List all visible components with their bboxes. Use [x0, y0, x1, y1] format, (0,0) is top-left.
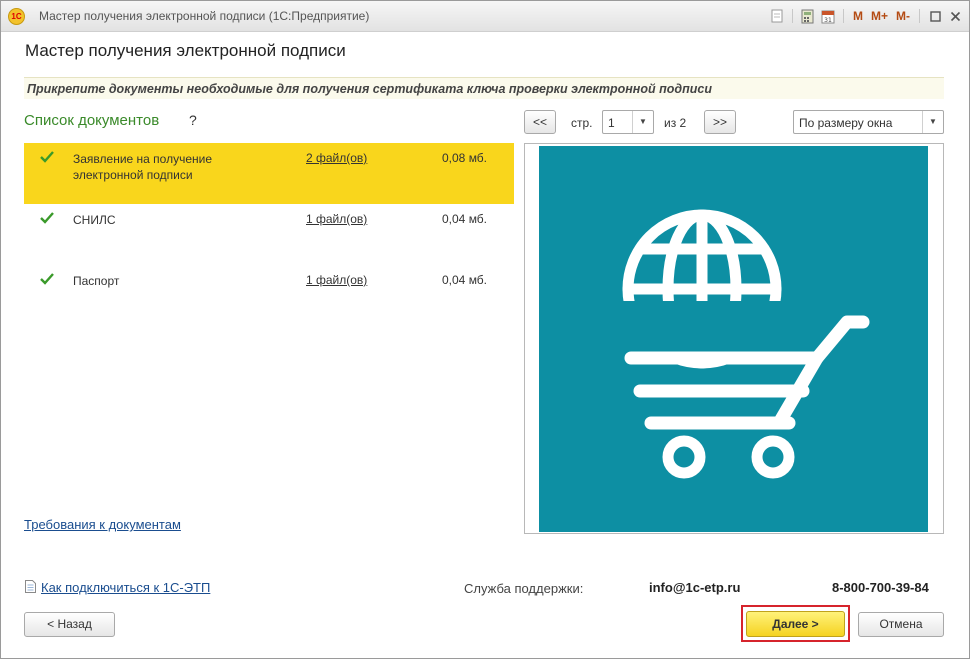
document-files-link[interactable]: 1 файл(ов): [306, 212, 367, 226]
document-name: СНИЛС: [73, 213, 116, 227]
instruction-text: Прикрепите документы необходимые для пол…: [27, 82, 712, 96]
close-icon[interactable]: [947, 8, 963, 24]
app-logo-icon[interactable]: 1С: [8, 8, 25, 25]
document-icon: [25, 580, 36, 593]
document-name: Заявление на получение электронной подпи…: [73, 152, 213, 182]
support-phone: 8-800-700-39-84: [832, 580, 929, 595]
chevron-down-icon[interactable]: ▼: [632, 111, 653, 133]
page-select-value: 1: [608, 116, 615, 130]
window-title: Мастер получения электронной подписи (1С…: [39, 9, 370, 23]
toolbar-separator: [919, 9, 920, 23]
svg-text:31: 31: [824, 17, 832, 24]
zoom-select[interactable]: По размеру окна ▼: [793, 110, 944, 134]
maximize-icon[interactable]: [927, 8, 943, 24]
globe-cart-logo-icon: [619, 209, 870, 479]
document-name: Паспорт: [73, 274, 120, 288]
title-bar-tools: 31 M M+ M-: [769, 7, 963, 25]
wizard-window: 1С Мастер получения электронной подписи …: [0, 0, 970, 659]
page-title: Мастер получения электронной подписи: [25, 41, 346, 60]
memory-plus-button[interactable]: M+: [869, 9, 890, 23]
instruction-bar: Прикрепите документы необходимые для пол…: [24, 77, 944, 99]
document-files-link[interactable]: 2 файл(ов): [306, 151, 367, 165]
document-row-snils[interactable]: СНИЛС 1 файл(ов) 0,04 мб.: [24, 204, 514, 265]
calculator-icon[interactable]: [800, 8, 816, 24]
toolbar-separator: [842, 9, 844, 23]
how-to-connect-link[interactable]: Как подключиться к 1С-ЭТП: [41, 580, 210, 595]
next-page-button[interactable]: >>: [704, 110, 736, 134]
page-select[interactable]: 1 ▼: [602, 110, 654, 134]
cancel-button[interactable]: Отмена: [858, 612, 944, 637]
toolbar-separator: [791, 9, 793, 23]
calendar-icon[interactable]: 31: [820, 8, 836, 24]
support-label: Служба поддержки:: [464, 581, 584, 596]
prev-page-button[interactable]: <<: [524, 110, 556, 134]
back-button[interactable]: < Назад: [24, 612, 115, 637]
document-size: 0,04 мб.: [442, 212, 488, 226]
memory-button[interactable]: M: [851, 9, 865, 23]
document-size: 0,04 мб.: [442, 273, 488, 287]
next-button[interactable]: Далее >: [746, 611, 845, 637]
check-icon: [40, 151, 54, 163]
memory-minus-button[interactable]: M-: [894, 9, 912, 23]
documents-list-title: Список документов: [24, 112, 160, 129]
help-button[interactable]: ?: [189, 112, 197, 128]
document-icon[interactable]: [769, 8, 785, 24]
document-row-passport[interactable]: Паспорт 1 файл(ов) 0,04 мб.: [24, 265, 514, 326]
page-label: стр.: [571, 116, 593, 130]
chevron-down-icon[interactable]: ▼: [922, 111, 943, 133]
zoom-select-value: По размеру окна: [799, 116, 893, 130]
document-size: 0,08 мб.: [442, 151, 488, 165]
support-email: info@1c-etp.ru: [649, 580, 741, 595]
document-preview-image: [539, 146, 928, 532]
document-files-link[interactable]: 1 файл(ов): [306, 273, 367, 287]
check-icon: [40, 273, 54, 285]
document-row-application[interactable]: Заявление на получение электронной подпи…: [24, 143, 514, 204]
check-icon: [40, 212, 54, 224]
documents-list: Заявление на получение электронной подпи…: [24, 143, 514, 326]
title-bar: 1С Мастер получения электронной подписи …: [1, 1, 969, 32]
page-count-label: из 2: [664, 116, 687, 130]
requirements-link[interactable]: Требования к документам: [24, 517, 181, 532]
